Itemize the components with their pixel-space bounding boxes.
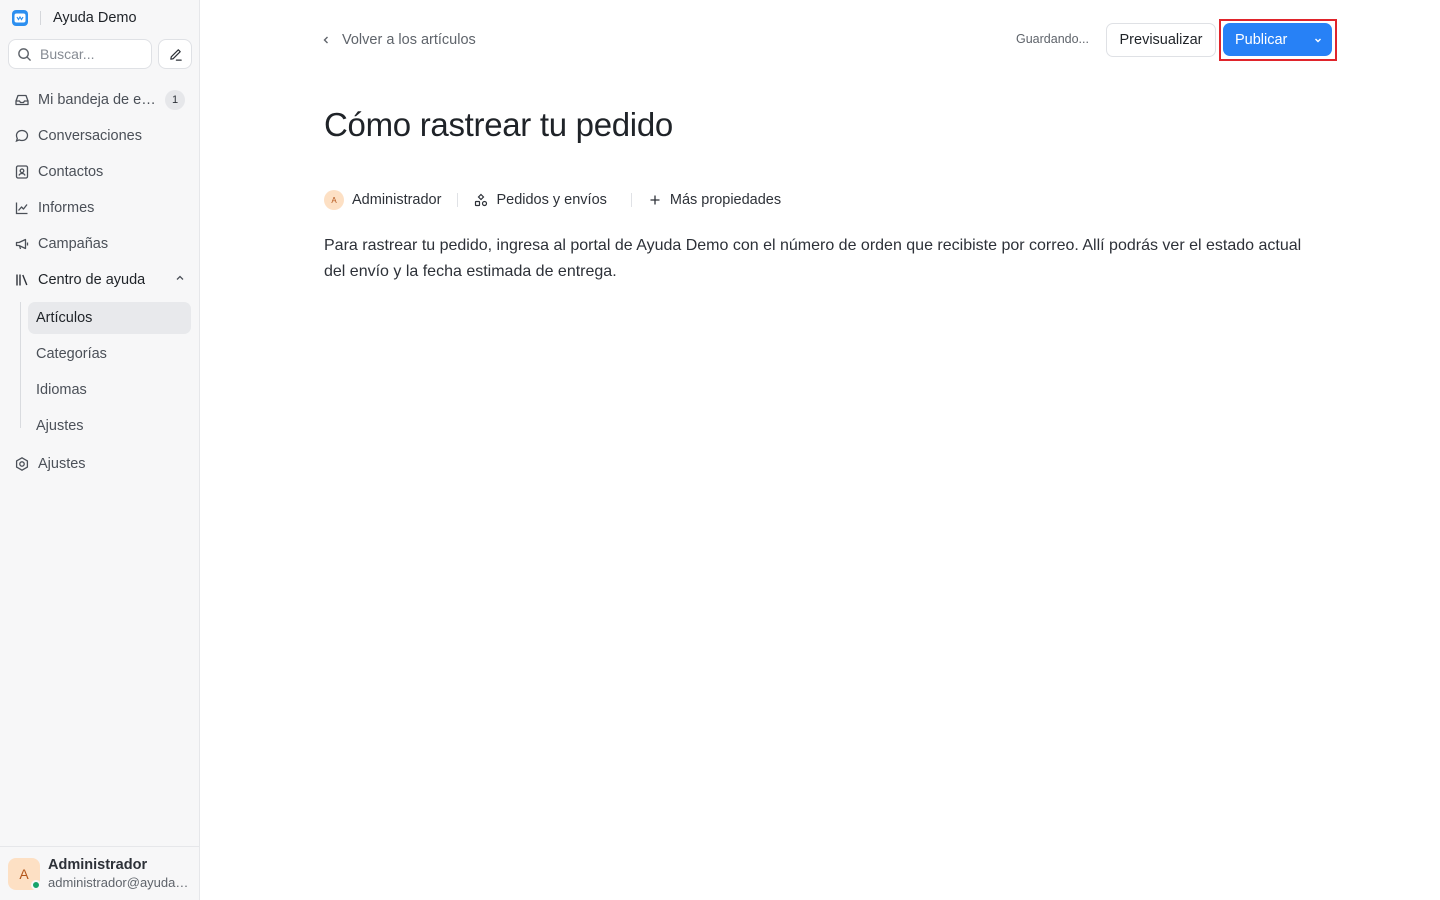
- sidebar-subitem-settings[interactable]: Ajustes: [28, 410, 191, 442]
- chevron-down-icon: [1312, 34, 1324, 46]
- sidebar: Ayuda Demo Mi bandeja de entrada 1 Conve…: [0, 0, 200, 900]
- sidebar-item-label: Centro de ayuda: [38, 272, 146, 288]
- save-status: Guardando...: [1016, 32, 1089, 46]
- tree-line: [20, 302, 21, 428]
- app-name: Ayuda Demo: [53, 10, 137, 26]
- meta-divider: [457, 193, 459, 207]
- inbox-icon: [14, 92, 30, 108]
- contact-card-icon: [14, 164, 30, 180]
- meta-divider: [630, 193, 632, 207]
- sidebar-item-label: Campañas: [38, 236, 109, 252]
- line-chart-icon: [14, 200, 30, 216]
- author-avatar: A: [324, 190, 344, 210]
- pencil-icon: [168, 47, 183, 62]
- library-icon: [14, 272, 30, 288]
- user-profile[interactable]: A Administrador administrador@ayudademo.…: [0, 846, 199, 900]
- sidebar-item-campaigns[interactable]: Campañas: [8, 228, 192, 260]
- author-name[interactable]: Administrador: [352, 192, 441, 208]
- sidebar-item-label: Contactos: [38, 164, 104, 180]
- search-icon: [17, 47, 32, 62]
- sidebar-item-conversations[interactable]: Conversaciones: [8, 120, 192, 152]
- chevron-up-icon[interactable]: [174, 272, 186, 288]
- sidebar-item-reports[interactable]: Informes: [8, 192, 192, 224]
- category-name[interactable]: Pedidos y envíos: [496, 192, 606, 208]
- chevron-left-icon: [320, 34, 332, 46]
- preview-button[interactable]: Previsualizar: [1106, 23, 1216, 57]
- category-icon: [474, 193, 488, 207]
- sidebar-item-contacts[interactable]: Contactos: [8, 156, 192, 188]
- user-name: Administrador: [48, 857, 148, 873]
- back-label: Volver a los artículos: [342, 32, 476, 48]
- sidebar-item-help-center[interactable]: Centro de ayuda: [8, 264, 192, 296]
- app-logo-icon: [12, 10, 28, 26]
- plus-icon: [648, 193, 662, 207]
- sidebar-item-settings[interactable]: Ajustes: [8, 448, 192, 480]
- article-meta: A Administrador Pedidos y envíos Más pro…: [324, 188, 781, 212]
- more-properties-button[interactable]: Más propiedades: [670, 192, 781, 208]
- sidebar-subitem-articles[interactable]: Artículos: [28, 302, 191, 334]
- search-input[interactable]: [40, 46, 140, 62]
- online-status-dot: [31, 880, 41, 890]
- publish-button[interactable]: Publicar: [1223, 23, 1303, 56]
- sidebar-subitem-categories[interactable]: Categorías: [28, 338, 191, 370]
- back-to-articles-link[interactable]: Volver a los artículos: [320, 29, 476, 51]
- article-title[interactable]: Cómo rastrear tu pedido: [324, 106, 673, 144]
- search-box[interactable]: [8, 39, 152, 69]
- sidebar-item-inbox[interactable]: Mi bandeja de entrada 1: [8, 84, 192, 116]
- megaphone-icon: [14, 236, 30, 252]
- sidebar-item-label: Ajustes: [38, 456, 86, 472]
- settings-gear-icon: [14, 456, 30, 472]
- sidebar-subitem-languages[interactable]: Idiomas: [28, 374, 191, 406]
- chat-bubble-icon: [14, 128, 30, 144]
- article-body[interactable]: Para rastrear tu pedido, ingresa al port…: [324, 233, 1324, 285]
- sidebar-item-label: Informes: [38, 200, 95, 216]
- sidebar-item-label: Conversaciones: [38, 128, 142, 144]
- sidebar-item-label: Mi bandeja de entrada: [38, 92, 162, 108]
- inbox-count-badge: 1: [165, 90, 185, 110]
- user-email: administrador@ayudademo.com: [48, 875, 192, 890]
- brand[interactable]: Ayuda Demo: [12, 8, 137, 28]
- publish-options-button[interactable]: [1303, 23, 1332, 56]
- publish-button-group: Publicar: [1223, 23, 1332, 56]
- compose-button[interactable]: [158, 39, 192, 69]
- brand-divider: [40, 11, 41, 25]
